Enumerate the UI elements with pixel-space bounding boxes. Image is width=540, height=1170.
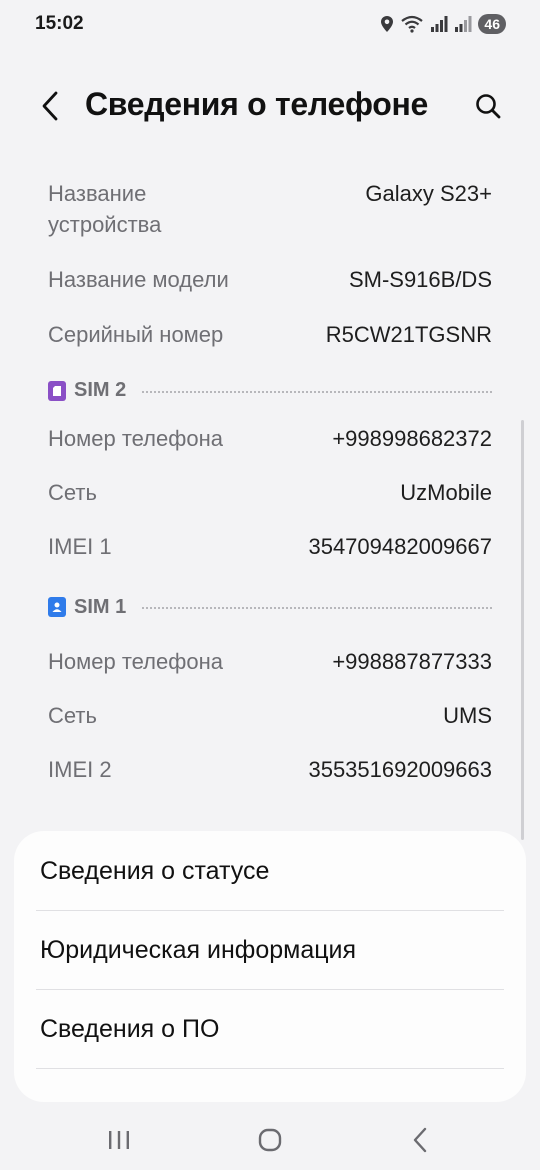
chevron-left-icon — [42, 91, 58, 121]
info-label: Серийный номер — [48, 322, 224, 347]
info-row-sim2-network: Сеть UzMobile — [48, 477, 492, 531]
info-row-sim1-network: Сеть UMS — [48, 700, 492, 754]
info-label: IMEI 2 — [48, 757, 112, 782]
location-icon — [381, 16, 394, 32]
info-value: SM-S916B/DS — [348, 267, 492, 292]
recents-icon — [109, 1131, 129, 1149]
info-value: 355351692009663 — [308, 757, 492, 782]
signal-icon — [431, 16, 448, 32]
person-icon — [48, 597, 66, 617]
home-icon — [258, 1128, 282, 1152]
info-label: Номер телефона — [48, 649, 223, 674]
back-icon — [413, 1127, 427, 1153]
sim-divider — [142, 390, 492, 393]
wifi-icon — [401, 15, 424, 33]
signal-icon — [455, 16, 472, 32]
menu-item-status-info[interactable]: Сведения о статусе — [40, 857, 269, 886]
sim1-header: SIM 1 — [48, 581, 492, 633]
about-menu-card: Сведения о статусе Юридическая информаци… — [14, 831, 526, 1102]
info-row-sim1-phone: Номер телефона +998887877333 — [48, 646, 492, 700]
info-value: R5CW21TGSNR — [325, 322, 492, 347]
info-row-device-name: Название устройства Galaxy S23+ — [48, 178, 492, 264]
info-value[interactable]: Galaxy S23+ — [365, 178, 492, 209]
status-icons: 46 — [380, 12, 506, 36]
sim1-label: SIM 1 — [74, 595, 127, 618]
search-button[interactable] — [466, 84, 510, 128]
sim-card-icon — [48, 380, 66, 401]
info-value: +998998682372 — [332, 426, 492, 451]
info-row-model-name: Название модели SM-S916B/DS — [48, 264, 492, 319]
menu-item-legal-info[interactable]: Юридическая информация — [40, 936, 356, 965]
info-label: Название устройства — [48, 181, 162, 237]
divider — [36, 989, 504, 990]
sim2-header: SIM 2 — [48, 362, 492, 419]
scrollbar[interactable] — [521, 420, 524, 840]
sim2-label: SIM 2 — [74, 379, 127, 401]
info-label: Сеть — [48, 703, 97, 728]
nav-back-button[interactable] — [398, 1122, 442, 1158]
recents-button[interactable] — [97, 1122, 141, 1158]
battery-indicator: 46 — [478, 14, 506, 34]
divider — [36, 1068, 504, 1069]
phone-info-list: Название устройства Galaxy S23+ Название… — [48, 178, 492, 804]
info-value: UzMobile — [400, 480, 492, 505]
page-title: Сведения о телефоне — [85, 86, 428, 122]
menu-item-software-info[interactable]: Сведения о ПО — [40, 1015, 219, 1044]
info-row-imei2: IMEI 2 355351692009663 — [48, 754, 492, 804]
status-time: 15:02 — [35, 13, 84, 34]
info-value: UMS — [443, 703, 492, 728]
info-label: Номер телефона — [48, 426, 223, 451]
back-button[interactable] — [30, 84, 70, 128]
info-value: +998887877333 — [332, 649, 492, 674]
search-icon — [476, 94, 501, 119]
info-label: Сеть — [48, 480, 97, 505]
info-label: Название модели — [48, 267, 229, 292]
info-label: IMEI 1 — [48, 534, 112, 559]
navigation-bar — [0, 1112, 540, 1170]
divider — [36, 910, 504, 911]
info-row-sim2-phone: Номер телефона +998998682372 — [48, 423, 492, 477]
info-value: 354709482009667 — [308, 534, 492, 559]
sim-divider — [142, 607, 492, 609]
status-bar: 15:02 46 — [0, 0, 540, 48]
home-button[interactable] — [248, 1122, 292, 1158]
info-row-imei1: IMEI 1 354709482009667 — [48, 531, 492, 581]
app-header: Сведения о телефоне — [0, 70, 540, 142]
